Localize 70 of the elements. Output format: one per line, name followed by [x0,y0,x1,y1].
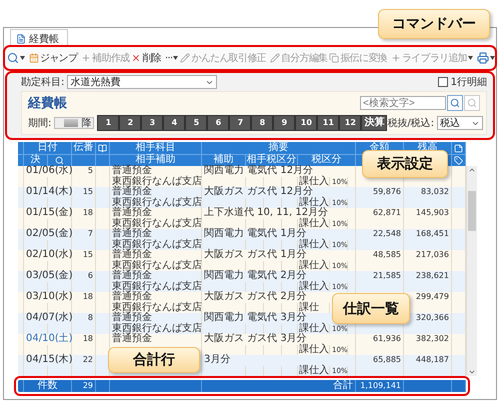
toolbar-button[interactable]: ··· [164,48,180,68]
caret-icon [173,56,178,60]
plus-icon [390,53,401,63]
month-button[interactable]: 7 [229,115,252,131]
tax-mode-select[interactable]: 税込 [437,116,484,130]
tag-icon [454,156,463,164]
total-label: 合計 [202,380,356,392]
tax-mode-label: 税抜/税込: [387,116,434,130]
caret-icon [20,56,25,60]
scroll-down-icon [468,368,476,376]
ledger-title: 経費帳 [28,95,67,112]
caret-icon [490,56,495,60]
month-button[interactable]: 8 [251,115,274,131]
date-text: 01/15(金) [26,207,73,218]
callout: 表示設定 [362,150,448,178]
month-button[interactable]: 4 [163,115,186,131]
month-button[interactable]: 10 [295,115,318,131]
search-icon [467,98,477,108]
total-value: 1,109,141 [356,380,404,392]
search-button[interactable] [447,95,463,111]
document-icon [16,34,26,44]
plus-icon [81,53,92,63]
date-text: 04/15(木) [26,354,73,365]
note-icon [454,144,463,152]
checkbox[interactable] [438,77,448,87]
date-text: 03/10(水) [26,291,73,302]
scrollbar[interactable] [466,166,477,376]
period-field[interactable]: 降 [54,117,94,129]
month-button[interactable]: 決算 [361,115,388,131]
period-label: 期間: [28,116,52,130]
count-label: 件数 [24,380,72,392]
month-button[interactable]: 2 [119,115,142,131]
close-icon [131,53,142,63]
search-field[interactable]: <検索文字> [360,96,446,110]
account-select[interactable]: 水道光熱費 [67,75,218,89]
search-icon [55,156,64,164]
table-cell: 課仕入 [298,366,330,376]
callout: 仕訳一覧 [332,293,410,324]
count-value: 29 [72,380,96,392]
date-text: 01/14(木) [26,186,73,197]
callout: 合計行 [108,347,200,373]
pencil-icon [180,53,190,63]
date-text: 04/07(水) [26,312,73,323]
printer-icon [477,52,489,64]
date-text: 03/05(金) [26,270,73,281]
scroll-thumb[interactable] [468,191,476,231]
checkbox-label: 1行明細 [450,76,487,89]
month-button[interactable]: 5 [185,115,208,131]
account-label: 勘定科目: [21,76,64,89]
search-icon [450,98,460,108]
toolbar-button[interactable]: 削除 [130,48,162,68]
date-text: 02/10(水) [26,249,73,260]
month-button[interactable]: 1 [97,115,120,131]
callout: コマンドバー [378,9,490,39]
month-button[interactable]: 9 [273,115,296,131]
book-icon [98,144,107,152]
date-text: 01/06(水) [26,165,73,176]
search-icon [7,52,19,64]
month-button[interactable]: 3 [141,115,164,131]
date-text: 02/05(金) [26,228,73,239]
scroll-up-icon [468,166,476,174]
caret-icon [468,56,473,60]
calendar-icon [29,53,39,63]
pencil-icon [270,53,280,63]
copy-icon [329,53,340,63]
month-button[interactable]: 11 [317,115,340,131]
month-button[interactable]: 12 [339,115,362,131]
date-text: 04/10(土) [26,333,73,344]
month-button[interactable]: 6 [207,115,230,131]
toolbar-button[interactable]: ジャンプ [28,48,78,68]
